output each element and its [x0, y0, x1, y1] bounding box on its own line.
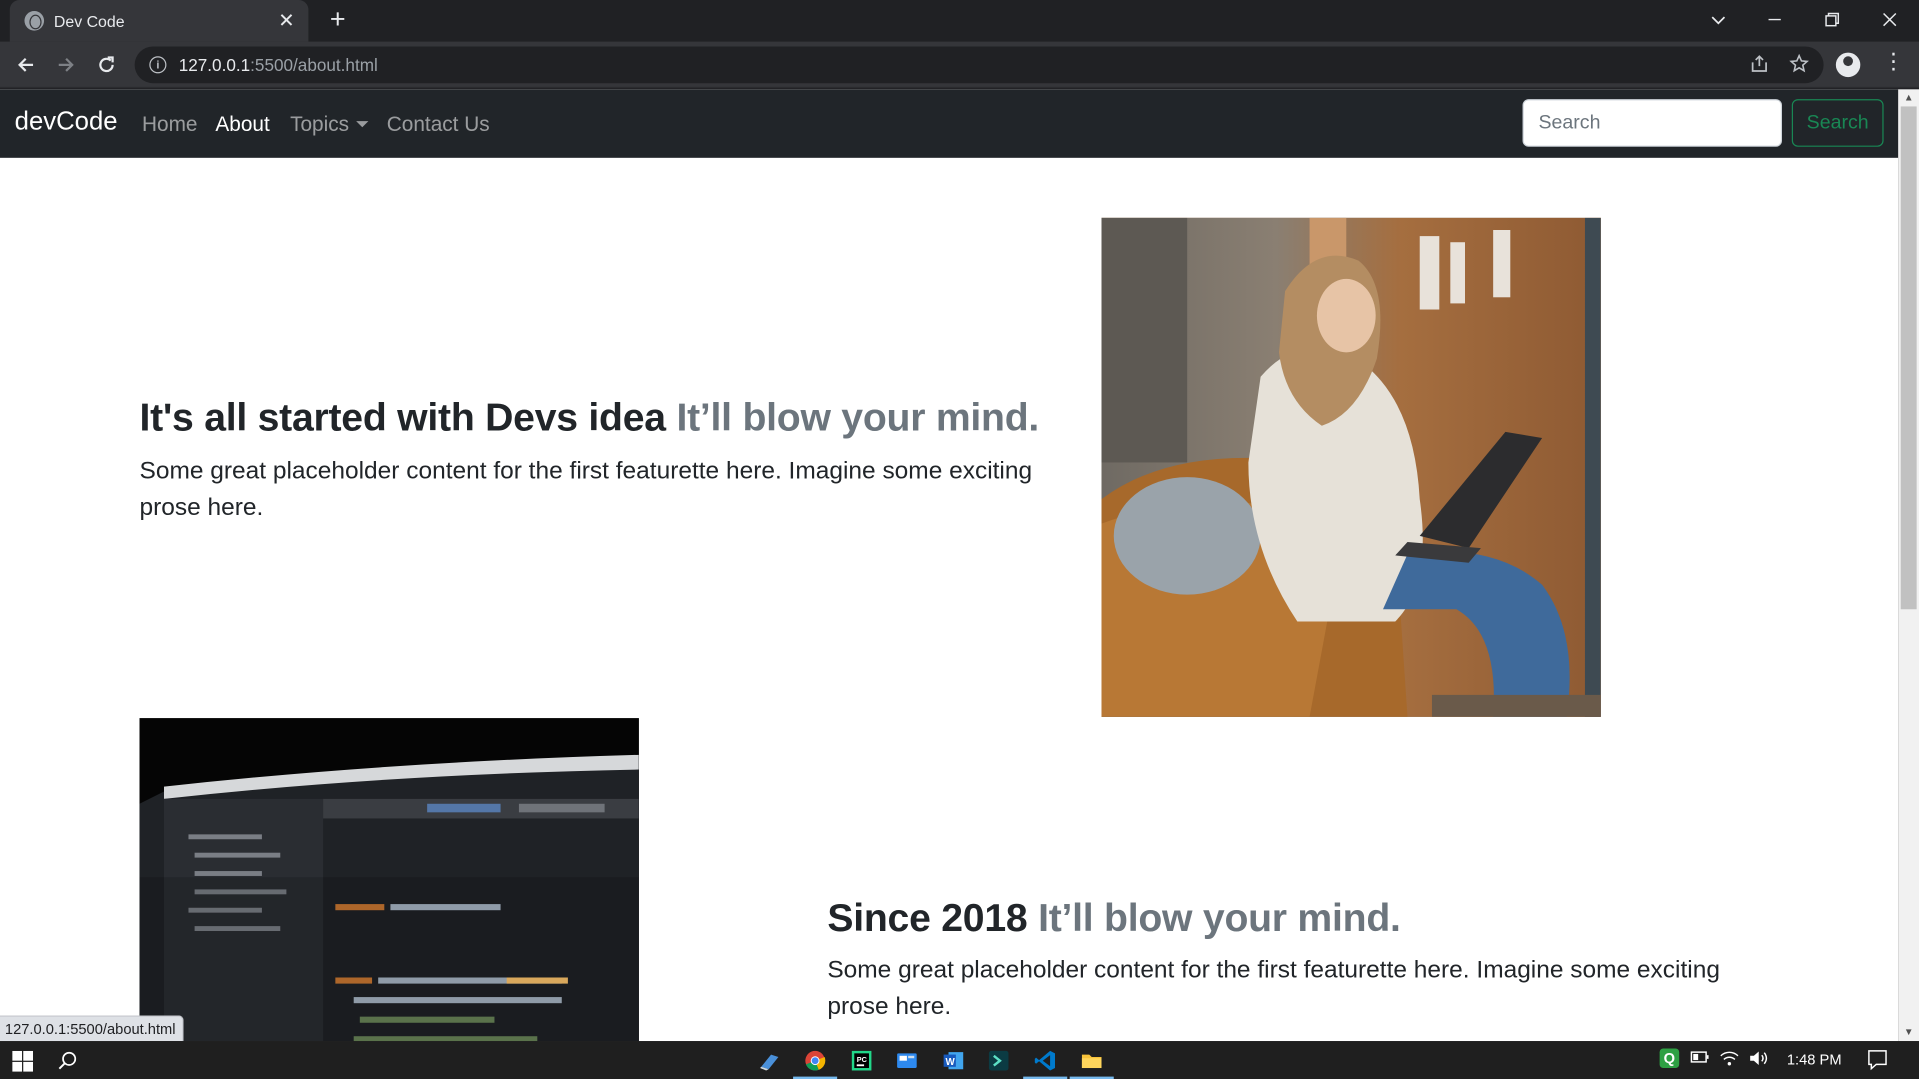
globe-icon [24, 11, 45, 31]
minimize-icon[interactable] [1747, 0, 1803, 39]
svg-text:W: W [945, 1057, 955, 1068]
navbar-brand[interactable]: devCode [15, 108, 118, 137]
notification-icon[interactable] [1866, 1048, 1888, 1074]
app-icon-2[interactable] [892, 1046, 921, 1075]
scrollbar-thumb[interactable] [1900, 106, 1917, 610]
new-tab-button[interactable]: + [323, 4, 352, 34]
code-editor-screen-photo [139, 718, 639, 1042]
address-bar[interactable]: i 127.0.0.1:5500/about.html [134, 46, 1824, 84]
restore-icon[interactable] [1804, 0, 1860, 39]
forward-arrow-icon[interactable] [49, 48, 83, 82]
browser-toolbar: i 127.0.0.1:5500/about.html ⋮ [0, 41, 1919, 89]
featurette-2-lead: Some great placeholder content for the f… [827, 956, 1720, 1021]
url-path: :5500/about.html [250, 55, 378, 75]
close-tab-icon[interactable]: ✕ [277, 9, 297, 33]
tray-q-icon[interactable]: Q [1659, 1048, 1680, 1069]
taskbar-clock[interactable]: 1:48 PM [1787, 1051, 1842, 1068]
svg-text:PC: PC [857, 1055, 868, 1064]
url-host: 127.0.0.1 [178, 55, 251, 75]
nav-dropdown-topics[interactable]: Topics [290, 113, 369, 137]
link-status-bar: 127.0.0.1:5500/about.html [0, 1015, 185, 1042]
windows-taskbar: PC W Q 1:48 PM [0, 1041, 1919, 1079]
scroll-up-arrow-icon[interactable]: ▲ [1898, 89, 1919, 106]
search-input[interactable] [1522, 99, 1782, 147]
scroll-down-arrow-icon[interactable]: ▼ [1898, 1024, 1919, 1041]
featurette-1-heading-muted: It’ll blow your mind. [676, 395, 1040, 440]
windows-start-icon[interactable] [7, 1046, 36, 1075]
profile-avatar-icon[interactable] [1835, 52, 1861, 78]
featurette-2-heading-main: Since 2018 [827, 895, 1028, 940]
back-arrow-icon[interactable] [9, 48, 43, 82]
browser-tab[interactable]: Dev Code ✕ [9, 0, 309, 42]
battery-icon[interactable] [1690, 1050, 1710, 1068]
featurette-2-heading: Since 2018 It’ll blow your mind. [827, 895, 1401, 941]
woman-with-laptop-photo [1101, 217, 1601, 717]
close-window-icon[interactable] [1862, 0, 1918, 39]
tab-search-icon[interactable] [1690, 0, 1746, 39]
featurette-1-heading: It's all started with Devs idea It’ll bl… [140, 395, 1040, 440]
tab-title: Dev Code [53, 11, 125, 30]
site-info-icon[interactable]: i [149, 56, 167, 74]
search-icon[interactable] [53, 1046, 82, 1075]
file-explorer-icon[interactable] [1077, 1046, 1106, 1075]
page-scrollbar[interactable]: ▲ ▼ [1898, 89, 1919, 1042]
nav-link-about[interactable]: About [215, 113, 269, 137]
page-viewport: devCode Home About Topics Contact Us Sea… [0, 89, 1899, 1042]
reload-icon[interactable] [89, 48, 123, 82]
vscode-icon[interactable] [1031, 1046, 1060, 1075]
nav-link-home[interactable]: Home [142, 113, 198, 137]
featurette-2-heading-muted: It’ll blow your mind. [1038, 895, 1401, 940]
site-navbar: devCode Home About Topics Contact Us Sea… [0, 89, 1899, 158]
volume-icon[interactable] [1749, 1050, 1769, 1071]
terminal-app-icon[interactable] [984, 1046, 1013, 1075]
caret-down-icon [356, 121, 369, 128]
bookmark-star-icon[interactable] [1789, 53, 1810, 78]
chrome-icon[interactable] [800, 1046, 829, 1075]
nav-link-topics: Topics [290, 112, 350, 136]
browser-tabstrip: Dev Code ✕ + [0, 0, 1919, 42]
wifi-icon[interactable] [1720, 1050, 1740, 1071]
app-icon-1[interactable] [755, 1046, 784, 1075]
featurette-1-heading-main: It's all started with Devs idea [139, 395, 667, 440]
pycharm-icon[interactable]: PC [847, 1046, 876, 1075]
nav-link-contact[interactable]: Contact Us [387, 113, 490, 137]
share-icon[interactable] [1750, 54, 1770, 78]
search-button[interactable]: Search [1791, 99, 1884, 147]
menu-kebab-icon[interactable]: ⋮ [1882, 49, 1904, 75]
word-icon[interactable]: W [939, 1046, 968, 1075]
featurette-1-lead: Some great placeholder content for the f… [139, 457, 1033, 522]
